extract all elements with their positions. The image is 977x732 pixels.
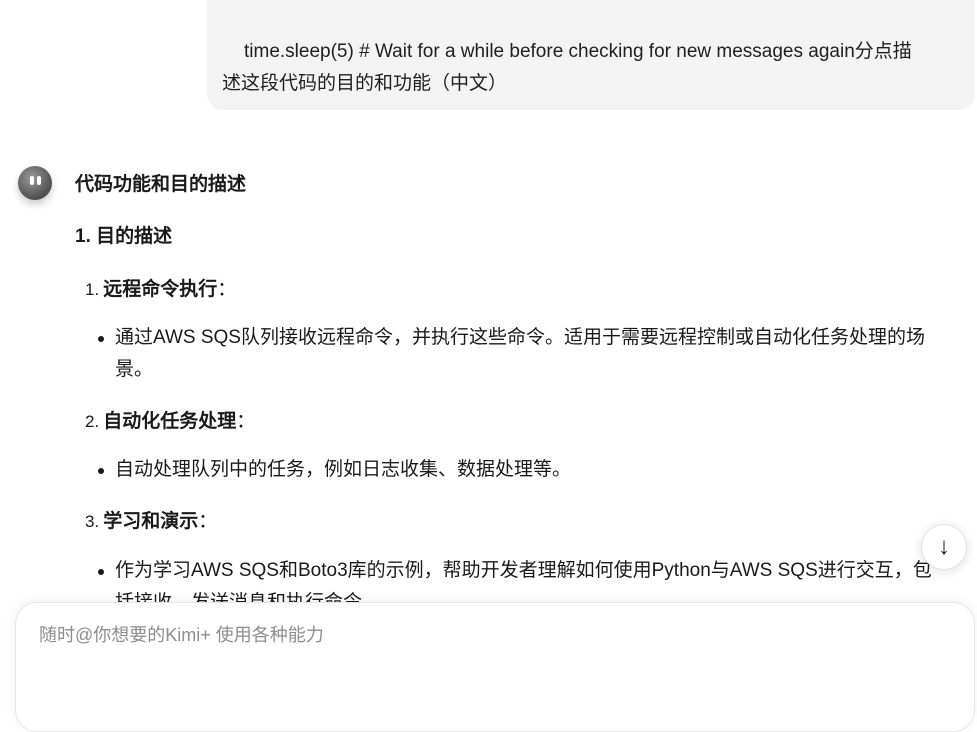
list-item-2: 2. 自动化任务处理： [85,406,255,433]
response-heading: 代码功能和目的描述 [75,174,247,195]
list-item-title: 学习和演示 [103,511,199,532]
list-item-suffix: ： [217,279,237,300]
chat-composer[interactable] [15,602,975,732]
kimi-avatar-icon [18,166,52,200]
list-item-number: 2. [85,412,100,431]
chat-input[interactable] [37,619,941,651]
list-item-1: 1. 远程命令执行： [85,274,236,301]
avatar-eye-right [37,176,41,185]
list-item-suffix: ： [236,411,256,432]
user-message-bubble: time.sleep(5) # Wait for a while before … [207,0,975,110]
list-item-number: 1. [85,280,100,299]
section-title: 1. 目的描述 [75,226,173,247]
list-item-number: 3. [85,512,100,531]
list-item-suffix: ： [198,511,218,532]
user-message-line-1: time.sleep(5) # Wait for a while before … [244,41,912,62]
list-item-1-bullet: 通过AWS SQS队列接收远程命令，并执行这些命令。适用于需要远程控制或自动化任… [98,322,955,386]
list-item-title: 远程命令执行 [103,279,218,300]
user-message-line-2: 述这段代码的目的和功能（中文） [222,73,508,94]
list-item-3: 3. 学习和演示： [85,506,217,533]
list-item-2-bullet: 自动处理队列中的任务，例如日志收集、数据处理等。 [98,454,955,486]
scroll-to-bottom-button[interactable]: ↓ [921,524,967,570]
arrow-down-icon: ↓ [938,533,950,560]
list-item-title: 自动化任务处理 [103,411,237,432]
avatar-eye-left [30,176,34,185]
